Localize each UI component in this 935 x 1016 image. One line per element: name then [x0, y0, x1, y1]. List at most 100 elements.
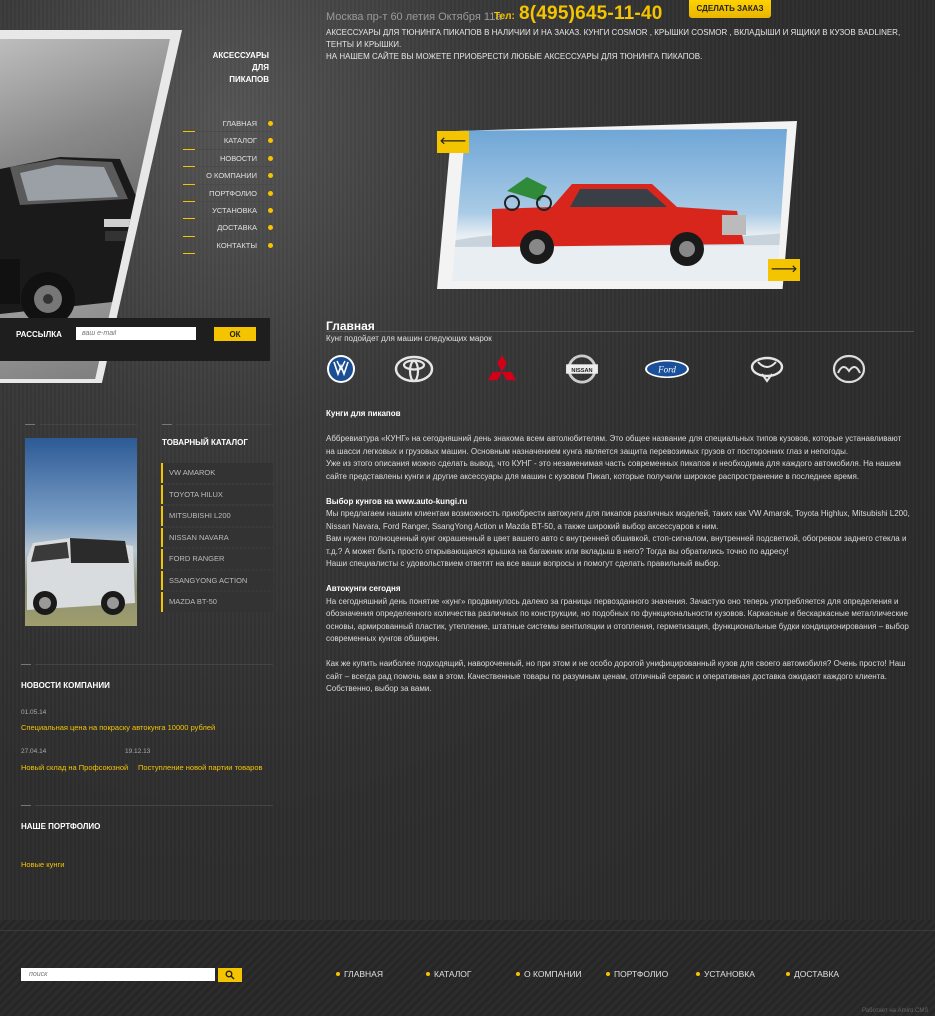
- article-paragraph-6: На сегодняшний день понятие «кунг» продв…: [326, 596, 909, 644]
- brand-logos: NISSAN Ford: [326, 352, 886, 388]
- tagline: АКСЕССУАРЫ ДЛЯ ТЮНИНГА ПИКАПОВ В НАЛИЧИИ…: [326, 27, 926, 63]
- catalog-item[interactable]: VW AMAROK: [161, 463, 273, 483]
- address: Москва пр-т 60 летия Октября 11а: [326, 11, 502, 23]
- news-link[interactable]: Поступление новой партии товаров: [138, 763, 263, 772]
- article-paragraph-4: Вам нужен полноценный кунг окрашенный в …: [326, 534, 907, 556]
- brand-line-2: ДЛЯ ПИКАПОВ: [229, 63, 269, 84]
- footer-nav-about[interactable]: О КОМПАНИИ: [516, 969, 582, 979]
- section-line: [35, 805, 273, 806]
- nav-label: ДОСТАВКА: [217, 223, 257, 233]
- nav-dash: [183, 253, 195, 255]
- volkswagen-logo-icon[interactable]: [326, 354, 356, 384]
- mitsubishi-logo-icon[interactable]: [484, 354, 520, 384]
- ford-logo-text: Ford: [657, 365, 676, 375]
- nav-label: НОВОСТИ: [220, 153, 257, 163]
- article-paragraph-2: Уже из этого описания можно сделать выво…: [326, 459, 901, 481]
- footer-nav-catalog[interactable]: КАТАЛОГ: [426, 969, 472, 979]
- nav-item-delivery[interactable]: ДОСТАВКА: [183, 219, 273, 237]
- slider-next-button[interactable]: 🡒: [768, 259, 800, 281]
- phone-number[interactable]: 8(495)645-11-40: [519, 3, 663, 25]
- portfolio-title: НАШЕ ПОРТФОЛИО: [21, 822, 101, 831]
- slider-image: [452, 129, 787, 281]
- article-paragraph-3: Мы предлагаем нашим клиентам возможность…: [326, 509, 910, 531]
- section-dash: [21, 805, 31, 806]
- search-button[interactable]: [218, 968, 242, 982]
- nav-item-installation[interactable]: УСТАНОВКА: [183, 202, 273, 220]
- bullet-icon: [336, 971, 340, 976]
- bullet-icon: [516, 971, 520, 976]
- subscribe-button[interactable]: ОК: [214, 327, 256, 341]
- nissan-logo-icon[interactable]: NISSAN: [564, 354, 600, 384]
- news-title: НОВОСТИ КОМПАНИИ: [21, 681, 110, 690]
- nav-item-about[interactable]: О КОМПАНИИ: [183, 167, 273, 185]
- tagline-line-1: АКСЕССУАРЫ ДЛЯ ТЮНИНГА ПИКАПОВ В НАЛИЧИИ…: [326, 28, 901, 49]
- catalog-title: ТОВАРНЫЙ КАТАЛОГ: [162, 438, 248, 447]
- section-line: [176, 424, 273, 425]
- article-paragraph-7: Как же купить наиболее подходящий, навор…: [326, 659, 906, 693]
- mazda-logo-icon[interactable]: [831, 354, 867, 384]
- nav-label: КОНТАКТЫ: [216, 240, 257, 250]
- arrow-left-icon: 🡐: [439, 136, 467, 147]
- footer-nav-delivery[interactable]: ДОСТАВКА: [786, 969, 839, 979]
- nav-label: ГЛАВНАЯ: [222, 119, 257, 128]
- nav-item-news[interactable]: НОВОСТИ: [183, 150, 273, 168]
- nissan-logo-text: NISSAN: [571, 368, 592, 374]
- main-nav: ГЛАВНАЯ КАТАЛОГ НОВОСТИ О КОМПАНИИ ПОРТФ…: [183, 115, 273, 255]
- site-brand[interactable]: АКСЕССУАРЫ ДЛЯ ПИКАПОВ: [212, 50, 269, 86]
- news-link[interactable]: Новый склад на Профсоюзной: [21, 763, 128, 772]
- bullet-icon: [268, 225, 273, 231]
- catalog-item[interactable]: TOYOTA HILUX: [161, 484, 273, 504]
- nav-label: УСТАНОВКА: [212, 205, 257, 215]
- section-dash: [21, 664, 31, 665]
- footer-nav-home[interactable]: ГЛАВНАЯ: [336, 969, 383, 979]
- phone-label: Тел:: [494, 11, 515, 22]
- catalog-item[interactable]: FORD RANGER: [161, 549, 273, 569]
- portfolio-link[interactable]: Новые кунги: [21, 860, 64, 869]
- bullet-icon: [268, 155, 273, 161]
- side-promo-image[interactable]: [25, 438, 137, 626]
- search-icon: [225, 970, 235, 980]
- nav-label: ПОРТФОЛИО: [209, 188, 257, 198]
- news-date: 01.05.14: [21, 709, 47, 716]
- footer-nav-portfolio[interactable]: ПОРТФОЛИО: [606, 969, 668, 979]
- catalog-item[interactable]: MITSUBISHI L200: [161, 506, 273, 526]
- footer-divider: [0, 930, 935, 931]
- catalog-item[interactable]: MAZDA BT-50: [161, 592, 273, 612]
- bullet-icon: [268, 190, 273, 196]
- footer-nav-label: ГЛАВНАЯ: [344, 969, 383, 979]
- catalog-item[interactable]: SSANGYONG ACTION: [161, 570, 273, 590]
- email-input[interactable]: [76, 327, 196, 340]
- footer-nav-installation[interactable]: УСТАНОВКА: [696, 969, 755, 979]
- catalog-list: VW AMAROK TOYOTA HILUX MITSUBISHI L200 N…: [161, 463, 273, 614]
- bullet-icon: [268, 138, 273, 144]
- arrow-right-icon: 🡒: [770, 264, 798, 275]
- nav-item-home[interactable]: ГЛАВНАЯ: [183, 115, 273, 133]
- newsletter-label: РАССЫЛКА: [16, 330, 62, 339]
- section-line: [35, 664, 273, 665]
- search-input[interactable]: [21, 968, 215, 981]
- article: Кунги для пикапов Аббревиатура «КУНГ» на…: [326, 408, 911, 708]
- nav-label: О КОМПАНИИ: [206, 171, 257, 181]
- nav-item-portfolio[interactable]: ПОРТФОЛИО: [183, 185, 273, 202]
- news-link[interactable]: Специальная цена на покраску автокунга 1…: [21, 723, 215, 732]
- catalog-item[interactable]: NISSAN NAVARA: [161, 527, 273, 547]
- section-dash: [162, 424, 172, 425]
- section-line: [40, 424, 137, 425]
- newsletter-bar: РАССЫЛКА ОК: [0, 318, 270, 361]
- slider-prev-button[interactable]: 🡐: [437, 131, 469, 153]
- powered-by[interactable]: Работает на Amiro.CMS: [862, 1008, 928, 1014]
- tagline-line-2: НА НАШЕМ САЙТЕ ВЫ МОЖЕТЕ ПРИОБРЕСТИ ЛЮБЫ…: [326, 52, 703, 61]
- nav-item-contacts[interactable]: КОНТАКТЫ: [183, 237, 273, 255]
- article-heading-1: Кунги для пикапов: [326, 409, 401, 418]
- nav-item-catalog[interactable]: КАТАЛОГ: [183, 132, 273, 150]
- ssangyong-logo-icon[interactable]: [748, 354, 786, 384]
- toyota-logo-icon[interactable]: [394, 354, 434, 384]
- bullet-icon: [268, 242, 273, 248]
- footer-nav-label: КАТАЛОГ: [434, 969, 472, 979]
- section-dash: [25, 424, 35, 425]
- bullet-icon: [268, 173, 273, 179]
- ford-logo-icon[interactable]: Ford: [644, 354, 690, 384]
- order-button[interactable]: СДЕЛАТЬ ЗАКАЗ: [689, 0, 771, 18]
- bullet-icon: [268, 121, 273, 126]
- news-date: 19.12.13: [125, 748, 151, 755]
